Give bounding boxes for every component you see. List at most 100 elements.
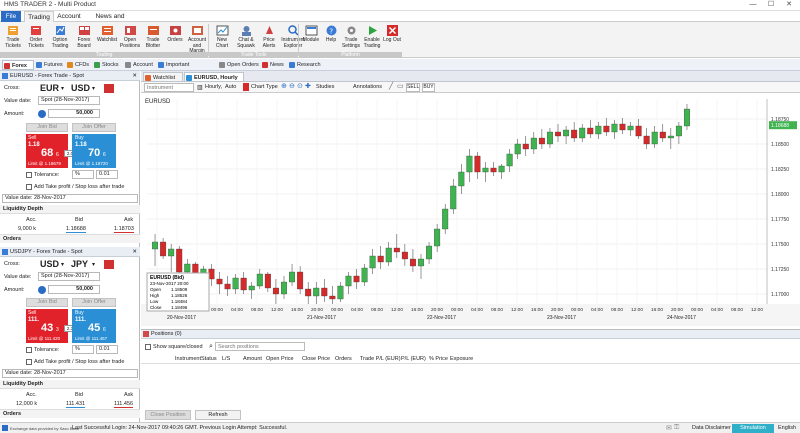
studies-menu[interactable]: Studies <box>316 84 334 90</box>
annotation-line-icon[interactable]: ╱ <box>389 82 393 90</box>
watchlist-button[interactable]: Watchlist <box>96 24 118 52</box>
col-amount[interactable]: Amount <box>243 356 262 362</box>
chart-type-select[interactable]: Chart Type <box>251 84 278 90</box>
order-tickets-button[interactable]: Order Tickets <box>25 24 47 52</box>
tab-research[interactable]: Research <box>288 60 324 70</box>
join-bid-button[interactable]: Join Bid <box>26 298 68 307</box>
col-instrument[interactable]: Instrument <box>175 356 201 362</box>
annotations-menu[interactable]: Annotations <box>353 84 382 90</box>
language-select[interactable]: English <box>778 425 796 431</box>
menu-trading[interactable]: Trading <box>24 11 54 22</box>
forex-board-button[interactable]: Forex Board <box>73 24 95 52</box>
tolerance-input[interactable]: 0.01 <box>96 170 118 179</box>
trade-settings-button[interactable]: Trade Settings <box>341 24 361 52</box>
col-orders[interactable]: Orders <box>335 356 352 362</box>
amount-input[interactable]: 50,000 <box>48 285 100 294</box>
tab-news[interactable]: News <box>261 60 287 70</box>
tab-futures[interactable]: Futures <box>35 60 65 70</box>
chevron-down-icon[interactable]: ▾ <box>61 85 64 92</box>
option-trading-button[interactable]: Option Trading <box>48 24 72 52</box>
col-status[interactable]: Status <box>201 356 217 362</box>
tolerance-unit-select[interactable]: % <box>72 170 94 179</box>
join-offer-button[interactable]: Join Offer <box>72 298 116 307</box>
buy-button[interactable]: Buy 111. 45 6 Limit @ 111.467 <box>72 309 116 343</box>
amount-preset-icon[interactable] <box>38 110 46 118</box>
tab-cfds[interactable]: CFDs <box>66 60 92 70</box>
close-ticket-icon[interactable]: ✕ <box>132 71 137 81</box>
take-profit-checkbox[interactable] <box>26 359 32 365</box>
chart-sell-button[interactable]: SELL <box>406 83 420 92</box>
join-bid-button[interactable]: Join Bid <box>26 123 68 132</box>
refresh-button[interactable]: Refresh <box>195 410 241 420</box>
close-window-icon[interactable]: ✕ <box>780 0 798 10</box>
col-exposure[interactable]: Exposure <box>450 356 473 362</box>
chevron-down-icon[interactable]: ▾ <box>92 261 95 268</box>
take-profit-checkbox[interactable] <box>26 184 32 190</box>
price-alerts-button[interactable]: Price Alerts <box>259 24 279 52</box>
crosshair-icon[interactable]: ✚ <box>305 82 311 90</box>
trade-tickets-button[interactable]: Trade Tickets <box>2 24 24 52</box>
menu-file[interactable]: File <box>1 11 21 22</box>
tab-important-information[interactable]: Important Information <box>157 60 217 78</box>
chevron-down-icon[interactable]: ▾ <box>61 261 64 268</box>
col-trade-pl[interactable]: Trade P/L (EUR) <box>360 356 401 362</box>
notification-icon[interactable]: ✉ <box>666 424 672 432</box>
amount-preset-icon[interactable] <box>38 286 46 294</box>
menu-news-research[interactable]: News and Research <box>84 11 136 31</box>
zoom-fit-icon[interactable]: ⊙ <box>297 82 303 90</box>
tab-account[interactable]: Account <box>124 60 156 70</box>
new-chart-button[interactable]: New Chart <box>211 24 233 52</box>
col-ls[interactable]: L/S <box>222 356 230 362</box>
chat-squawk-button[interactable]: Chat & Squawk <box>234 24 258 52</box>
chart-type-small-icon[interactable]: ▥ <box>197 84 203 91</box>
open-positions-button[interactable]: Open Positions <box>119 24 141 52</box>
interval-select[interactable]: Hourly, <box>205 84 222 90</box>
search-positions-input[interactable] <box>215 342 305 351</box>
price-chart[interactable]: 1.187501.185001.182501.180001.177501.175… <box>141 93 800 326</box>
tolerance-checkbox[interactable] <box>26 172 32 178</box>
maximize-icon[interactable]: ☐ <box>762 0 780 10</box>
chevron-down-icon[interactable]: ▾ <box>92 85 95 92</box>
base-currency-select[interactable]: USD <box>40 259 59 270</box>
log-out-button[interactable]: Log Out <box>383 24 401 52</box>
annotation-shape-icon[interactable]: ▭ <box>397 82 404 90</box>
tolerance-unit-select[interactable]: % <box>72 345 94 354</box>
help-button[interactable]: ? Help <box>322 24 340 52</box>
data-disclaimer-link[interactable]: Data Disclaimer <box>692 425 731 431</box>
join-offer-button[interactable]: Join Offer <box>72 123 116 132</box>
close-position-button[interactable]: Close Position <box>145 410 191 420</box>
zoom-in-icon[interactable]: ⊕ <box>281 82 287 90</box>
menu-account[interactable]: Account <box>55 11 83 22</box>
tolerance-checkbox[interactable] <box>26 347 32 353</box>
tab-eurusd-hourly[interactable]: EURUSD, Hourly <box>184 72 244 82</box>
mode-select[interactable]: Auto <box>225 84 236 90</box>
account-margin-button[interactable]: Account and Margin <box>186 24 208 54</box>
zoom-out-icon[interactable]: ⊖ <box>289 82 295 90</box>
amount-input[interactable]: 50,000 <box>48 109 100 118</box>
tab-open-orders[interactable]: Open Orders <box>218 60 260 70</box>
col-price-pct[interactable]: % Price <box>429 356 448 362</box>
col-close-price[interactable]: Close Price <box>302 356 330 362</box>
orders-button[interactable]: Orders <box>165 24 185 52</box>
instrument-input[interactable] <box>144 83 194 92</box>
swap-pair-icon[interactable] <box>104 84 114 93</box>
trade-blotter-button[interactable]: Trade Blotter <box>142 24 164 52</box>
buy-button[interactable]: Buy 1.18 70 6 Limit @ 1.18720 <box>72 134 116 168</box>
tab-watchlist[interactable]: Watchlist <box>143 72 183 82</box>
close-ticket-icon[interactable]: ✕ <box>132 247 137 257</box>
quote-currency-select[interactable]: JPY <box>71 259 88 270</box>
tab-stocks[interactable]: Stocks <box>93 60 121 70</box>
tolerance-input[interactable]: 0.01 <box>96 345 118 354</box>
module-button[interactable]: Module <box>301 24 321 52</box>
candle-icon[interactable] <box>243 83 249 91</box>
value-date-select[interactable]: Spot (28-Nov-2017) <box>38 96 100 105</box>
quote-currency-select[interactable]: USD <box>71 83 90 94</box>
chart-buy-button[interactable]: BUY <box>422 83 435 92</box>
col-pl[interactable]: P/L (EUR) <box>401 356 426 362</box>
swap-pair-icon[interactable] <box>104 260 114 269</box>
enable-trading-button[interactable]: Enable Trading <box>362 24 382 52</box>
sell-button[interactable]: Sell 1.18 68 6 Limit @ 1.18679 <box>26 134 68 168</box>
sell-button[interactable]: Sell 111. 43 3 Limit @ 111.420 <box>26 309 68 343</box>
tab-forex[interactable]: Forex <box>2 60 34 70</box>
col-open-price[interactable]: Open Price <box>266 356 294 362</box>
